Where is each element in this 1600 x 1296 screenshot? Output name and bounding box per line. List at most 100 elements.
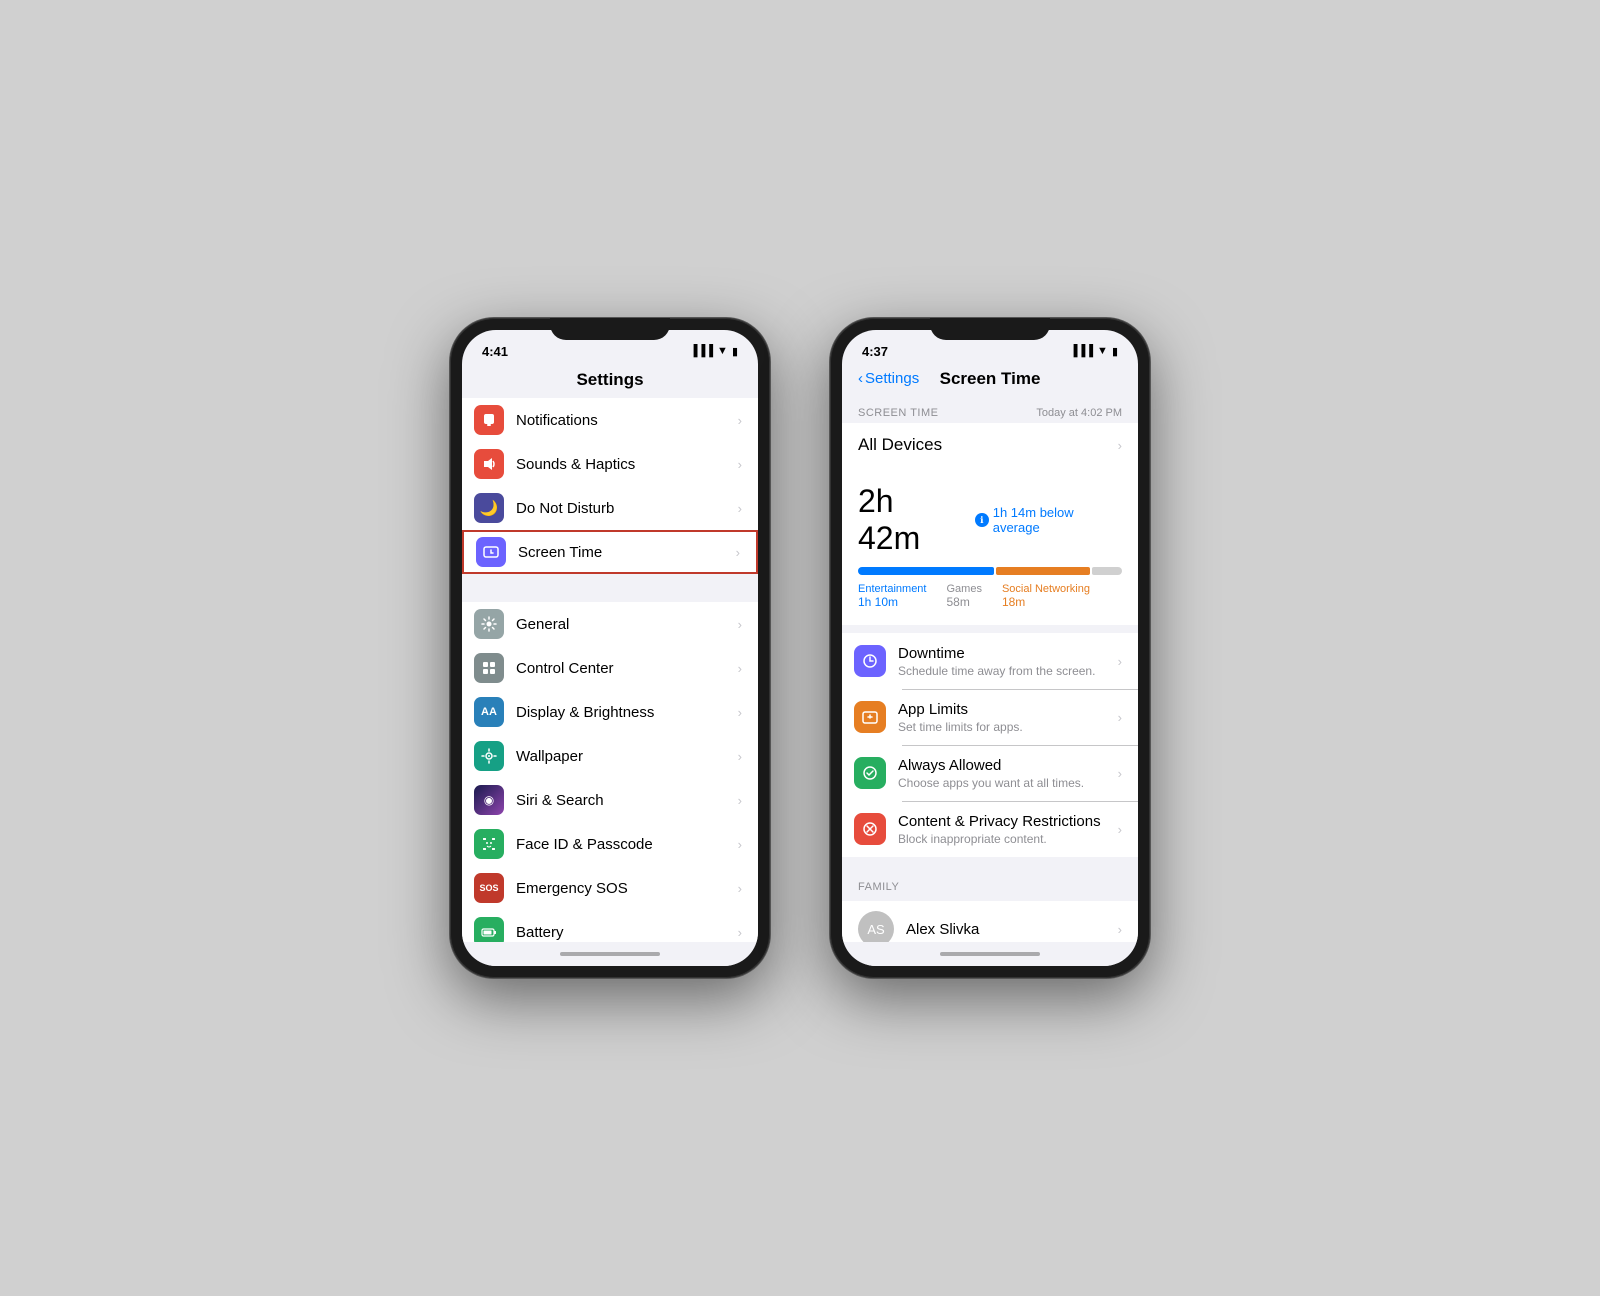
downtime-chevron: › xyxy=(1118,654,1122,669)
menu-item-applimits[interactable]: App Limits Set time limits for apps. › xyxy=(842,689,1138,745)
family-member-item[interactable]: AS Alex Slivka › xyxy=(842,901,1138,942)
menu-item-contentprivacy[interactable]: Content & Privacy Restrictions Block ina… xyxy=(842,801,1138,857)
alwaysallowed-chevron: › xyxy=(1118,766,1122,781)
settings-item-general[interactable]: General › xyxy=(462,602,758,646)
bar-games xyxy=(996,567,1090,575)
status-icons-left: ▐▐▐ ▼ ▮ xyxy=(690,345,738,358)
wifi-icon-right: ▼ xyxy=(1097,345,1108,357)
notifications-label: Notifications xyxy=(516,401,734,440)
donotdisturb-chevron: › xyxy=(738,501,742,516)
wallpaper-icon xyxy=(474,741,504,771)
below-avg-icon: ℹ xyxy=(975,513,989,527)
notifications-chevron: › xyxy=(738,413,742,428)
notch xyxy=(550,318,670,340)
contentprivacy-text: Content & Privacy Restrictions Block ina… xyxy=(898,813,1118,846)
legend-entertainment-value: 1h 10m xyxy=(858,595,926,609)
emergencysos-chevron: › xyxy=(738,881,742,896)
siri-label: Siri & Search xyxy=(516,781,734,820)
all-devices-label: All Devices xyxy=(858,435,942,455)
alwaysallowed-subtitle: Choose apps you want at all times. xyxy=(898,776,1118,790)
settings-item-siri[interactable]: ◉ Siri & Search › xyxy=(462,778,758,822)
applimits-title: App Limits xyxy=(898,701,1118,718)
controlcenter-icon xyxy=(474,653,504,683)
home-indicator-right xyxy=(842,942,1138,966)
faceid-label: Face ID & Passcode xyxy=(516,825,734,864)
contentprivacy-subtitle: Block inappropriate content. xyxy=(898,832,1118,846)
status-icons-right: ▐▐▐ ▼ ▮ xyxy=(1070,345,1118,358)
legend-entertainment: Entertainment 1h 10m xyxy=(858,583,926,609)
wallpaper-label: Wallpaper xyxy=(516,737,734,776)
family-chevron: › xyxy=(1118,922,1122,937)
left-iphone: 4:41 ▐▐▐ ▼ ▮ Settings xyxy=(450,318,770,978)
all-devices-row[interactable]: All Devices › xyxy=(842,423,1138,467)
settings-item-battery[interactable]: Battery › xyxy=(462,910,758,942)
settings-item-notifications[interactable]: Notifications › xyxy=(462,398,758,442)
left-screen: 4:41 ▐▐▐ ▼ ▮ Settings xyxy=(462,330,758,966)
settings-item-controlcenter[interactable]: Control Center › xyxy=(462,646,758,690)
sounds-label: Sounds & Haptics xyxy=(516,445,734,484)
back-chevron-icon: ‹ xyxy=(858,370,863,387)
applimits-subtitle: Set time limits for apps. xyxy=(898,720,1118,734)
home-bar-right xyxy=(940,952,1040,956)
battery-icon-left xyxy=(474,917,504,942)
home-bar-left xyxy=(560,952,660,956)
right-nav-title: Screen Time xyxy=(940,369,1041,389)
menu-item-downtime[interactable]: Downtime Schedule time away from the scr… xyxy=(842,633,1138,689)
battery-label: Battery xyxy=(516,913,734,943)
menu-item-alwaysallowed[interactable]: Always Allowed Choose apps you want at a… xyxy=(842,745,1138,801)
right-content[interactable]: SCREEN TIME Today at 4:02 PM All Devices… xyxy=(842,395,1138,942)
settings-item-wallpaper[interactable]: Wallpaper › xyxy=(462,734,758,778)
general-icon xyxy=(474,609,504,639)
below-avg-text: 1h 14m below average xyxy=(993,505,1122,535)
signal-icon: ▐▐▐ xyxy=(690,345,713,357)
section-label: SCREEN TIME xyxy=(858,407,938,419)
controlcenter-label: Control Center xyxy=(516,649,734,688)
settings-item-sounds[interactable]: Sounds & Haptics › xyxy=(462,442,758,486)
donotdisturb-icon: 🌙 xyxy=(474,493,504,523)
family-label: FAMILY xyxy=(858,881,899,893)
settings-group-2: General › Control Center › xyxy=(462,602,758,942)
section-value: Today at 4:02 PM xyxy=(1036,407,1122,419)
sounds-chevron: › xyxy=(738,457,742,472)
emergencysos-label: Emergency SOS xyxy=(516,869,734,908)
bar-entertainment xyxy=(858,567,994,575)
contentprivacy-icon xyxy=(854,813,886,845)
settings-item-emergencysos[interactable]: SOS Emergency SOS › xyxy=(462,866,758,910)
screentime-icon xyxy=(476,537,506,567)
downtime-title: Downtime xyxy=(898,645,1118,662)
wifi-icon: ▼ xyxy=(717,345,728,357)
notifications-icon xyxy=(474,405,504,435)
back-button[interactable]: ‹ Settings xyxy=(858,370,919,387)
back-label: Settings xyxy=(865,370,919,387)
settings-item-screentime[interactable]: Screen Time › xyxy=(462,530,758,574)
alwaysallowed-title: Always Allowed xyxy=(898,757,1118,774)
settings-item-donotdisturb[interactable]: 🌙 Do Not Disturb › xyxy=(462,486,758,530)
usage-bar xyxy=(858,567,1122,575)
displaybrightness-label: Display & Brightness xyxy=(516,693,734,732)
right-nav-bar: ‹ Settings Screen Time xyxy=(842,366,1138,395)
usage-time: 2h 42m xyxy=(858,483,963,557)
battery-icon: ▮ xyxy=(732,345,738,358)
faceid-icon xyxy=(474,829,504,859)
downtime-subtitle: Schedule time away from the screen. xyxy=(898,664,1118,678)
alwaysallowed-text: Always Allowed Choose apps you want at a… xyxy=(898,757,1118,790)
applimits-text: App Limits Set time limits for apps. xyxy=(898,701,1118,734)
avatar-initials: AS xyxy=(867,922,884,937)
status-time-right: 4:37 xyxy=(862,344,888,359)
screentime-label: Screen Time xyxy=(518,533,732,572)
settings-item-displaybrightness[interactable]: AA Display & Brightness › xyxy=(462,690,758,734)
displaybrightness-icon: AA xyxy=(474,697,504,727)
settings-item-faceid[interactable]: Face ID & Passcode › xyxy=(462,822,758,866)
screen-time-menu: Downtime Schedule time away from the scr… xyxy=(842,633,1138,857)
legend-entertainment-label: Entertainment xyxy=(858,583,926,595)
right-notch xyxy=(930,318,1050,340)
faceid-chevron: › xyxy=(738,837,742,852)
siri-chevron: › xyxy=(738,793,742,808)
emergencysos-icon: SOS xyxy=(474,873,504,903)
left-content[interactable]: Notifications › Sounds & Haptics › xyxy=(462,398,758,942)
family-avatar: AS xyxy=(858,911,894,942)
applimits-icon xyxy=(854,701,886,733)
below-average-info: ℹ 1h 14m below average xyxy=(975,505,1122,535)
usage-block: 2h 42m ℹ 1h 14m below average Entertainm… xyxy=(842,467,1138,625)
contentprivacy-chevron: › xyxy=(1118,822,1122,837)
